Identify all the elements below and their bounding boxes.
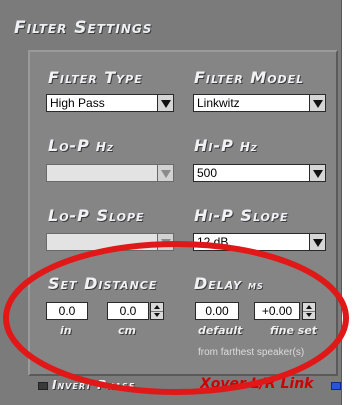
xover-link-label: Xover L/R Link [200, 376, 314, 392]
arrow-down-icon[interactable] [154, 313, 160, 317]
chevron-down-icon[interactable] [157, 164, 174, 182]
invert-phase-label: Invert Phase [52, 378, 136, 392]
hi-p-slope-label: Hi-P Slope [194, 206, 289, 225]
arrow-down-icon[interactable] [306, 313, 312, 317]
lo-p-label: Lo-P Hz [48, 136, 114, 155]
delay-fine-input[interactable]: +0.00 [254, 302, 300, 320]
filter-type-select[interactable]: High Pass [46, 94, 174, 112]
lo-p-slope-select[interactable] [46, 233, 174, 251]
arrow-up-icon[interactable] [154, 305, 160, 309]
invert-phase-checkbox[interactable] [38, 382, 48, 390]
xover-link-checkbox[interactable] [331, 382, 341, 390]
filter-type-value: High Pass [50, 96, 105, 110]
chevron-down-icon[interactable] [309, 164, 326, 182]
hi-p-slope-select[interactable]: 12 dB [193, 233, 326, 251]
distance-in-label: in [60, 324, 72, 337]
delay-unit: ms [248, 278, 264, 292]
lo-p-slope-label: Lo-P Slope [48, 206, 145, 225]
chevron-down-icon[interactable] [309, 94, 326, 112]
filter-model-value: Linkwitz [197, 96, 240, 110]
delay-note: from farthest speaker(s) [198, 347, 305, 358]
filter-type-label: Filter Type [48, 68, 143, 87]
distance-cm-input[interactable]: 0.0 [107, 302, 149, 320]
stepper-divider [303, 311, 315, 312]
delay-fine-label: fine set [270, 324, 318, 337]
distance-stepper[interactable] [150, 302, 164, 320]
window-title: Filter Settings [14, 18, 153, 38]
delay-label-text: Delay [194, 274, 243, 293]
hi-p-value: 500 [197, 166, 218, 180]
lo-p-unit: Hz [95, 140, 114, 154]
filter-panel: Filter Type Filter Model High Pass Linkw… [28, 50, 338, 376]
delay-default-label: default [198, 324, 243, 337]
lo-p-label-text: Lo-P [48, 136, 90, 155]
filter-settings-window: Filter Settings Filter Type Filter Model… [0, 0, 342, 405]
chevron-down-icon[interactable] [157, 233, 174, 251]
distance-cm-label: cm [118, 324, 136, 337]
delay-label: Delay ms [194, 274, 264, 293]
chevron-down-icon[interactable] [157, 94, 174, 112]
filter-model-label: Filter Model [194, 68, 305, 87]
bottom-bar: Invert Phase Xover L/R Link [0, 372, 341, 405]
arrow-up-icon[interactable] [306, 305, 312, 309]
distance-in-input[interactable]: 0.0 [46, 302, 88, 320]
hi-p-label: Hi-P Hz [194, 136, 258, 155]
delay-default-input[interactable]: 0.00 [195, 302, 239, 320]
filter-model-select[interactable]: Linkwitz [193, 94, 326, 112]
lo-p-select[interactable] [46, 164, 174, 182]
hi-p-label-text: Hi-P [194, 136, 234, 155]
chevron-down-icon[interactable] [309, 233, 326, 251]
delay-stepper[interactable] [302, 302, 316, 320]
set-distance-label: Set Distance [48, 274, 158, 293]
stepper-divider [151, 311, 163, 312]
hi-p-unit: Hz [239, 140, 258, 154]
hi-p-slope-value: 12 dB [197, 235, 229, 249]
hi-p-select[interactable]: 500 [193, 164, 326, 182]
